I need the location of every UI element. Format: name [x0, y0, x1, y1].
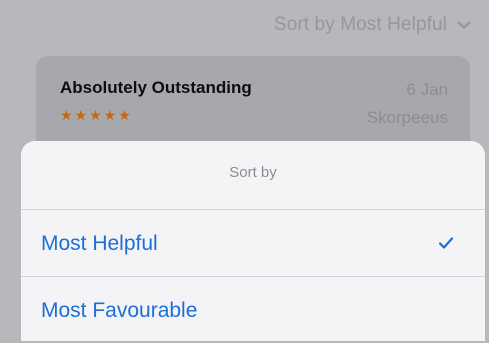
review-title: Absolutely Outstanding [60, 78, 252, 97]
sheet-title: Sort by [229, 164, 277, 181]
star-rating: ★★★★★ [60, 107, 133, 123]
sort-option-most-helpful[interactable]: Most Helpful [21, 210, 485, 276]
sort-dropdown-label: Sort by Most Helpful [273, 14, 447, 35]
review-author: Skorpeeus [366, 108, 448, 127]
sort-dropdown[interactable]: Sort by Most Helpful [274, 14, 471, 36]
review-date: 6 Jan [406, 80, 448, 99]
sort-action-sheet: Sort by Most Helpful Most Favourable [21, 141, 485, 341]
sort-option-label: Most Helpful [41, 232, 158, 255]
checkmark-icon [438, 237, 454, 249]
sort-option-most-favourable[interactable]: Most Favourable [21, 277, 485, 343]
chevron-down-icon [457, 21, 471, 29]
sort-option-label: Most Favourable [41, 299, 198, 322]
